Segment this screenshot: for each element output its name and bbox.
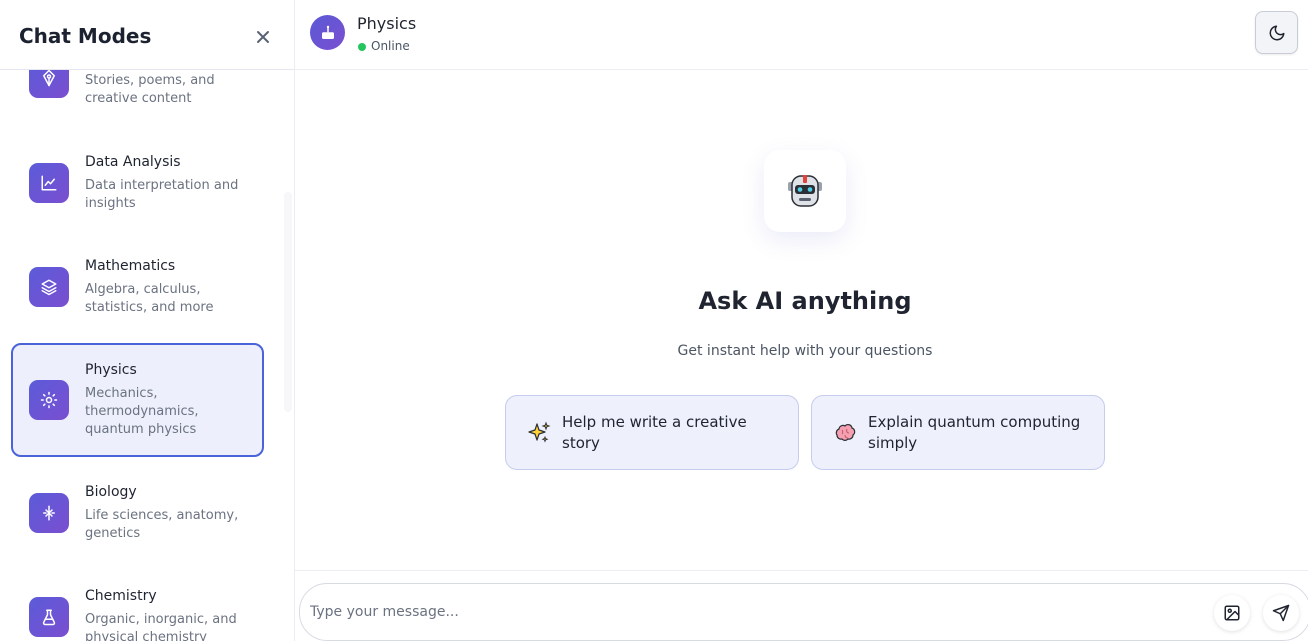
theme-toggle-button[interactable] [1255, 11, 1298, 54]
mode-description: Mechanics, thermodynamics, quantum physi… [85, 386, 199, 437]
suggestion-quantum-computing[interactable]: Explain quantum computing simply [811, 395, 1105, 470]
mode-name: Chemistry [85, 588, 157, 604]
sidebar-item-chemistry[interactable]: Chemistry Organic, inorganic, and physic… [11, 576, 264, 641]
welcome-subtitle: Get instant help with your questions [677, 343, 933, 359]
welcome-title: Ask AI anything [698, 287, 912, 315]
image-icon [1224, 605, 1240, 621]
mode-name: Data Analysis [85, 154, 181, 170]
atom-icon [29, 380, 69, 420]
brain-icon [832, 420, 858, 446]
sidebar-item-biology[interactable]: Biology Life sciences, anatomy, genetics [11, 472, 264, 552]
mode-name: Mathematics [85, 258, 176, 274]
welcome-avatar [764, 150, 846, 232]
send-icon [1272, 604, 1290, 622]
sidebar-title: Chat Modes [19, 24, 152, 48]
close-sidebar-button[interactable] [252, 26, 274, 48]
close-icon [257, 31, 269, 43]
mode-name: Biology [85, 484, 137, 500]
robot-icon [321, 25, 334, 39]
moon-icon [1269, 25, 1284, 40]
sidebar-scrollbar[interactable] [284, 192, 292, 412]
chat-header: Physics Online [295, 0, 1308, 70]
flask-icon [29, 597, 69, 637]
mode-description: Stories, poems, and creative content [85, 73, 215, 106]
online-status-dot [358, 43, 366, 51]
message-input[interactable] [310, 600, 1190, 624]
sidebar-header: Chat Modes [0, 0, 294, 70]
dna-icon [29, 493, 69, 533]
layers-icon [29, 267, 69, 307]
sparkles-icon [526, 420, 552, 446]
mode-description: Data interpretation and insights [85, 178, 239, 211]
sidebar-item-physics[interactable]: Physics Mechanics, thermodynamics, quant… [11, 343, 264, 457]
sidebar-item-data-analysis[interactable]: Data Analysis Data interpretation and in… [11, 142, 264, 222]
status-text: Online [371, 39, 410, 53]
suggestion-creative-story[interactable]: Help me write a creative story [505, 395, 799, 470]
message-input-box [299, 583, 1308, 641]
chat-modes-sidebar: Stories, poems, and creative content Dat… [0, 0, 295, 641]
attach-image-button[interactable] [1214, 595, 1250, 631]
suggestion-label: Explain quantum computing simply [868, 412, 1081, 452]
composer [295, 570, 1308, 641]
suggestion-label: Help me write a creative story [562, 412, 747, 452]
mode-name: Physics [85, 362, 137, 378]
send-button[interactable] [1263, 595, 1299, 631]
robot-icon [788, 175, 822, 207]
chat-title: Physics [357, 14, 417, 33]
bot-avatar [310, 15, 345, 50]
mode-description: Organic, inorganic, and physical chemist… [85, 612, 237, 641]
mode-description: Algebra, calculus, statistics, and more [85, 282, 214, 315]
mode-description: Life sciences, anatomy, genetics [85, 508, 239, 541]
sidebar-item-mathematics[interactable]: Mathematics Algebra, calculus, statistic… [11, 246, 264, 326]
chart-line-icon [29, 163, 69, 203]
